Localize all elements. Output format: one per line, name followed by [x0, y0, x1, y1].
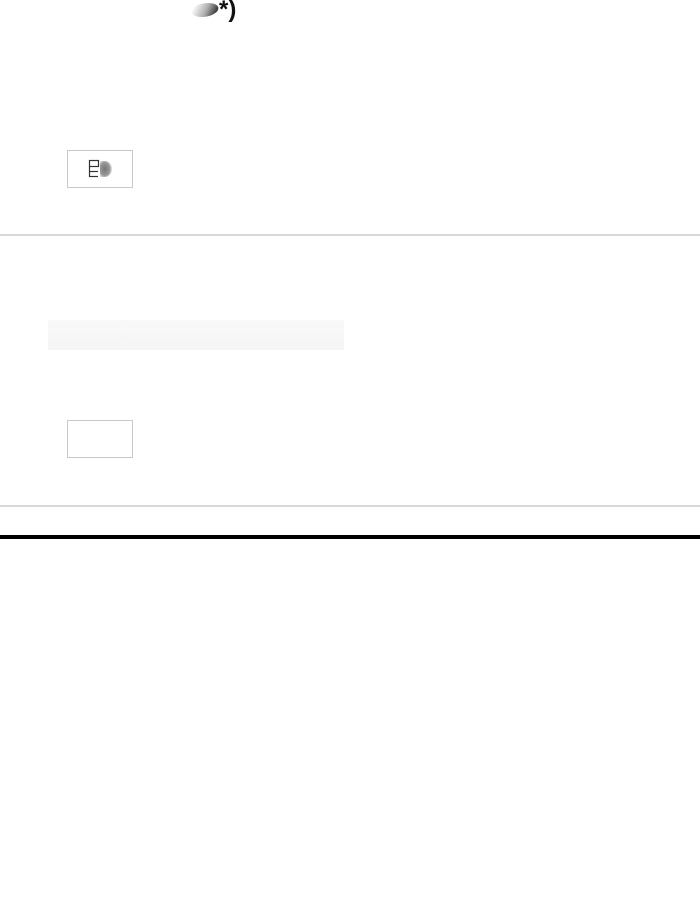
- page: *): [0, 0, 700, 923]
- section-2: [0, 236, 700, 505]
- section-1: [0, 0, 700, 235]
- section-divider: [0, 505, 700, 507]
- section-1-icon-button[interactable]: [67, 150, 133, 188]
- page-separator: [0, 535, 700, 539]
- split-view-icon: [86, 158, 114, 180]
- section-2-empty-button[interactable]: [67, 420, 133, 458]
